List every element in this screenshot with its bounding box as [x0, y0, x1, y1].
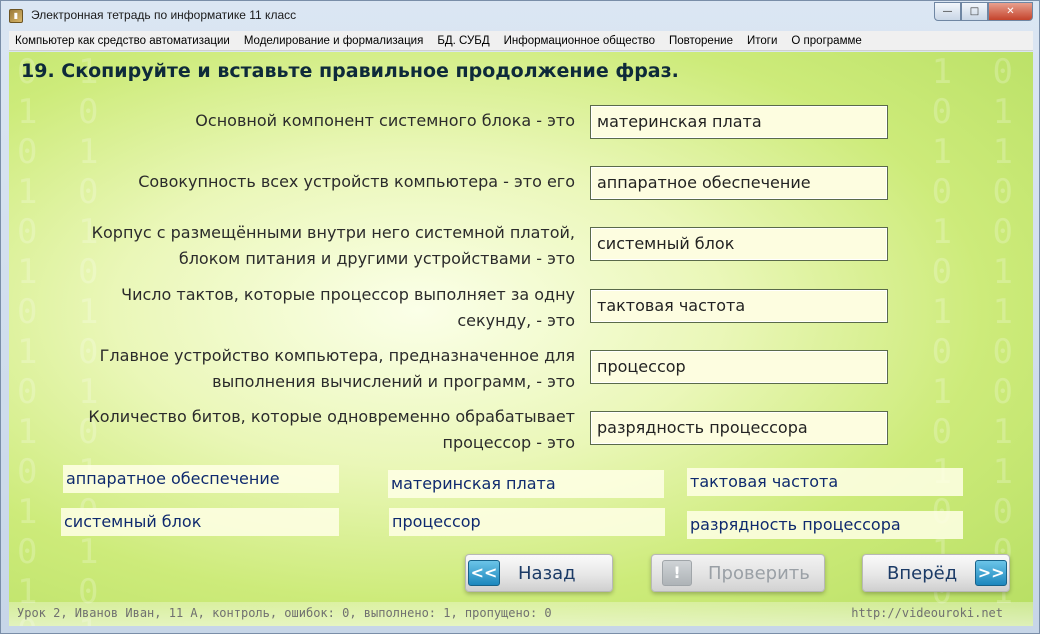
prompt-4-line-2: секунду, - это	[457, 311, 575, 330]
menu-bar: Компьютер как средство автоматизации Мод…	[9, 31, 1033, 51]
check-button[interactable]: ! Проверить	[651, 554, 825, 592]
status-progress-text: Урок 2, Иванов Иван, 11 А, контроль, оши…	[17, 606, 552, 620]
prompt-5-line-1: Главное устройство компьютера, предназна…	[99, 346, 575, 365]
prompt-2-line-1: Совокупность всех устройств компьютера -…	[138, 172, 575, 191]
menu-item-modeling[interactable]: Моделирование и формализация	[244, 35, 423, 47]
binary-digits-left: 0 1 1 0 0 1 1 0 0 1 1 0 0 1 1 0 0 1 1 0 …	[17, 52, 109, 626]
maximize-button[interactable]: □	[961, 2, 988, 21]
prompt-2: Совокупность всех устройств компьютера -…	[55, 169, 575, 195]
window-controls: — □ ✕	[934, 2, 1033, 21]
back-button[interactable]: << Назад	[465, 554, 613, 592]
menu-item-review[interactable]: Повторение	[669, 35, 733, 47]
prompt-3-line-1: Корпус с размещёнными внутри него систем…	[91, 223, 575, 242]
option-motherboard[interactable]: материнская плата	[388, 470, 664, 498]
app-window: ▮ Электронная тетрадь по информатике 11 …	[0, 0, 1040, 634]
answer-field-6[interactable]: разрядность процессора	[590, 411, 888, 445]
answer-field-5[interactable]: процессор	[590, 350, 888, 384]
prompt-6: Количество битов, которые одновременно о…	[55, 404, 575, 456]
answer-field-3[interactable]: системный блок	[590, 227, 888, 261]
question-title: 19. Скопируйте и вставьте правильное про…	[21, 60, 679, 82]
prompt-6-line-2: процессор - это	[442, 433, 575, 452]
answer-field-1[interactable]: материнская плата	[590, 105, 888, 139]
forward-button-label: Вперёд	[887, 562, 958, 584]
prompt-4-line-1: Число тактов, которые процессор выполняе…	[121, 285, 575, 304]
close-button[interactable]: ✕	[988, 2, 1033, 21]
option-hardware[interactable]: аппаратное обеспечение	[63, 465, 339, 493]
check-button-label: Проверить	[708, 562, 810, 584]
exercise-panel: 1 0 0 1 1 1 0 0 1 0 0 1 1 1 0 0 1 0 0 1 …	[9, 52, 1033, 626]
prompt-1: Основной компонент системного блока - эт…	[55, 108, 575, 134]
option-system-unit[interactable]: системный блок	[61, 508, 339, 536]
forward-button[interactable]: Вперёд >>	[862, 554, 1010, 592]
prompt-3: Корпус с размещёнными внутри него систем…	[55, 220, 575, 272]
prompt-6-line-1: Количество битов, которые одновременно о…	[88, 407, 575, 426]
menu-item-information-society[interactable]: Информационное общество	[504, 35, 655, 47]
option-clock-rate[interactable]: тактовая частота	[687, 468, 963, 496]
app-book-icon[interactable]: ▮	[9, 9, 23, 23]
minimize-button[interactable]: —	[934, 2, 961, 21]
back-button-label: Назад	[518, 562, 576, 584]
status-site-link[interactable]: http://videouroki.net	[851, 606, 1003, 620]
prompt-5-line-2: выполнения вычислений и программ, - это	[212, 372, 575, 391]
double-chevron-right-icon: >>	[975, 560, 1008, 586]
menu-item-automation[interactable]: Компьютер как средство автоматизации	[15, 35, 230, 47]
prompt-1-line-1: Основной компонент системного блока - эт…	[195, 111, 575, 130]
menu-item-results[interactable]: Итоги	[747, 35, 777, 47]
option-processor[interactable]: процессор	[389, 508, 665, 536]
prompt-5: Главное устройство компьютера, предназна…	[55, 343, 575, 395]
prompt-4: Число тактов, которые процессор выполняе…	[55, 282, 575, 334]
exclamation-icon: !	[662, 560, 692, 586]
menu-item-databases[interactable]: БД. СУБД	[437, 35, 489, 47]
answer-field-2[interactable]: аппаратное обеспечение	[590, 166, 888, 200]
title-bar[interactable]: ▮ Электронная тетрадь по информатике 11 …	[1, 1, 1039, 31]
answer-field-4[interactable]: тактовая частота	[590, 289, 888, 323]
option-bit-depth[interactable]: разрядность процессора	[687, 511, 963, 539]
prompt-3-line-2: блоком питания и другими устройствами - …	[178, 249, 575, 268]
status-bar: Урок 2, Иванов Иван, 11 А, контроль, оши…	[9, 602, 1033, 626]
double-chevron-left-icon: <<	[468, 560, 500, 586]
window-title: Электронная тетрадь по информатике 11 кл…	[31, 8, 297, 22]
menu-item-about[interactable]: О программе	[791, 35, 861, 47]
